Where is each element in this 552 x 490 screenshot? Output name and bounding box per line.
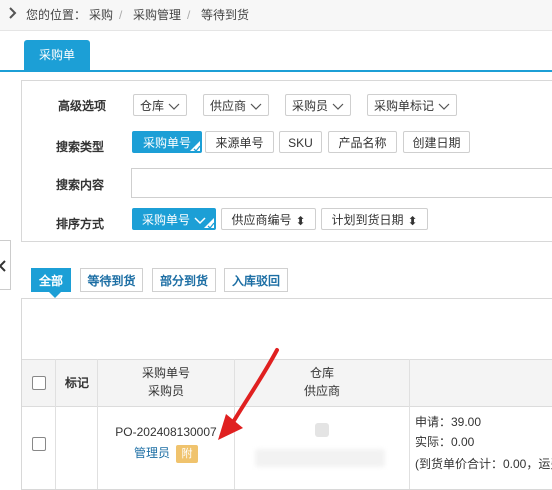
po-mark-dropdown[interactable]: 采购单标记: [367, 94, 457, 116]
search-type-product-name[interactable]: 产品名称: [328, 131, 397, 153]
column-divider: [55, 359, 56, 489]
tab-awaiting-arrival[interactable]: 等待到货: [80, 268, 143, 292]
applied-amount: 申请：39.00: [415, 415, 482, 429]
chevron-down-icon: [168, 96, 180, 118]
supplier-dropdown[interactable]: 供应商: [203, 94, 269, 116]
tab-storage-rejected[interactable]: 入库驳回: [224, 268, 288, 292]
row-checkbox[interactable]: [32, 437, 46, 451]
search-content-label: 搜索内容: [56, 178, 105, 192]
table-header: 标记 采购单号 采购员 仓库 供应商: [22, 359, 552, 407]
chevron-right-icon: [8, 6, 18, 24]
chevron-left-icon: [0, 258, 7, 272]
actual-amount: 实际：0.00: [415, 435, 475, 449]
dropdown-label: 供应商: [209, 99, 246, 113]
buyer-name: 管理员: [133, 446, 170, 460]
tab-partial-arrival[interactable]: 部分到货: [152, 268, 216, 292]
redacted-supplier: [255, 449, 385, 467]
sidebar-toggle[interactable]: [0, 240, 11, 290]
tab-strip: 采购单: [0, 30, 552, 72]
tab-purchase-order[interactable]: 采购单: [24, 40, 90, 70]
unit-price-total: (到货单价合计：0.00，运费: [415, 457, 552, 471]
chip-label: 采购单号: [141, 213, 190, 227]
header-mark: 标记: [64, 376, 89, 390]
dropdown-label: 仓库: [139, 99, 164, 113]
po-number-link[interactable]: PO-202408130007: [98, 423, 234, 441]
breadcrumb-item-purchase-management[interactable]: 采购管理: [133, 8, 181, 22]
search-type-source-number[interactable]: 来源单号: [205, 131, 274, 153]
sort-planned-arrival-date[interactable]: 计划到货日期 ⬍: [321, 208, 428, 230]
search-content-input[interactable]: [131, 168, 552, 198]
dropdown-label: 采购单标记: [373, 99, 434, 113]
buyer-cell: 管理员附: [98, 444, 234, 463]
search-type-po-number[interactable]: 采购单号: [132, 131, 202, 153]
chip-label: 计划到货日期: [331, 213, 404, 227]
search-type-created-date[interactable]: 创建日期: [403, 131, 470, 153]
search-type-sku[interactable]: SKU: [279, 131, 322, 153]
select-all-checkbox[interactable]: [32, 376, 46, 390]
column-divider: [234, 359, 235, 489]
search-type-label: 搜索类型: [56, 140, 105, 154]
sort-label: 排序方式: [56, 217, 105, 231]
chevron-down-icon: [438, 96, 450, 118]
header-po-number: 采购单号: [141, 366, 190, 380]
filter-panel: 高级选项 仓库 供应商 采购员 采购单标记 搜索类型 采购单号 来源单号 SKU…: [21, 80, 552, 242]
breadcrumb-separator: /: [119, 8, 123, 22]
breadcrumb: 您的位置： 采购 / 采购管理 / 等待到货: [0, 0, 552, 31]
buyer-dropdown[interactable]: 采购员: [285, 94, 351, 116]
purchase-order-table: 标记 采购单号 采购员 仓库 供应商 PO-202408130007 管理员附 …: [21, 298, 552, 490]
breadcrumb-prefix: 您的位置：: [26, 8, 87, 22]
check-icon: [190, 141, 200, 151]
advanced-options-label: 高级选项: [58, 99, 107, 113]
dropdown-label: 采购员: [291, 99, 328, 113]
breadcrumb-item-awaiting: 等待到货: [201, 8, 250, 22]
breadcrumb-separator: /: [187, 8, 191, 22]
header-warehouse: 仓库: [309, 366, 334, 380]
sort-arrows-icon: ⬍: [407, 213, 418, 228]
attachment-badge[interactable]: 附: [176, 445, 198, 463]
header-supplier: 供应商: [303, 384, 340, 398]
breadcrumb-item-purchase[interactable]: 采购: [89, 8, 113, 22]
sort-arrows-icon: ⬍: [295, 213, 306, 228]
warehouse-dropdown[interactable]: 仓库: [133, 94, 187, 116]
chevron-down-icon: [332, 96, 344, 118]
chip-label: 供应商编号: [231, 213, 292, 227]
column-divider: [409, 359, 410, 489]
chevron-down-icon: [250, 96, 262, 118]
sort-supplier-number[interactable]: 供应商编号 ⬍: [221, 208, 316, 230]
chip-label: 采购单号: [142, 136, 191, 150]
sort-po-number[interactable]: 采购单号: [132, 208, 216, 230]
redacted-warehouse: [315, 423, 329, 437]
header-buyer: 采购员: [147, 384, 184, 398]
check-icon: [204, 218, 214, 228]
tab-all[interactable]: 全部: [31, 268, 71, 292]
